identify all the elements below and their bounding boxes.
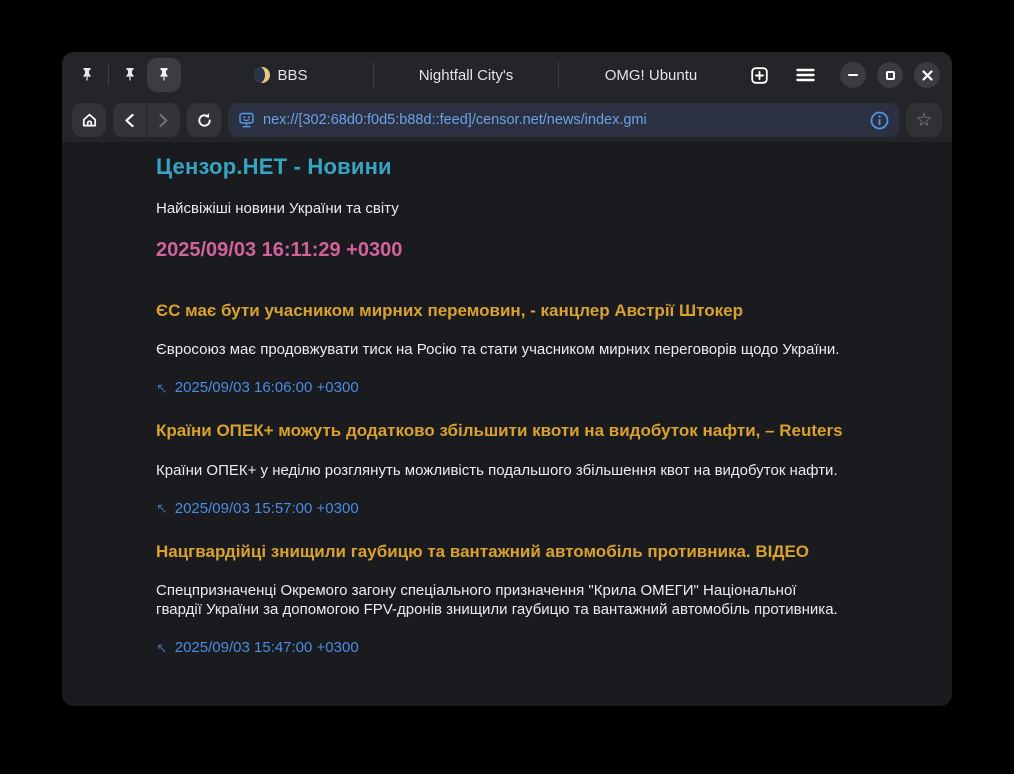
info-icon[interactable] xyxy=(870,111,889,130)
page-content: Цензор.НЕТ - Новини Найсвіжіші новини Ук… xyxy=(62,142,952,706)
tab-bbs[interactable]: BBS xyxy=(189,52,373,98)
terminal-icon xyxy=(238,112,255,129)
close-button[interactable] xyxy=(914,62,940,88)
forward-button[interactable] xyxy=(147,103,180,137)
back-button[interactable] xyxy=(113,103,146,137)
browser-window: BBS Nightfall City's OMG! Ubuntu xyxy=(62,52,952,706)
link-arrow-icon: ↖ xyxy=(156,381,168,395)
window-controls xyxy=(829,62,940,88)
history-nav-group xyxy=(113,103,180,137)
article-link[interactable]: ↖ 2025/09/03 15:47:00 +0300 xyxy=(156,639,359,656)
link-arrow-icon: ↖ xyxy=(156,501,168,515)
home-icon xyxy=(81,112,98,129)
article-summary: Країни ОПЕК+ у неділю розглянуть можливі… xyxy=(156,461,846,480)
bookmark-button[interactable]: ☆ xyxy=(906,103,942,137)
link-arrow-icon: ↖ xyxy=(156,641,168,655)
pin-icon xyxy=(79,67,95,84)
pin-icon xyxy=(122,67,138,84)
tab-omg-ubuntu[interactable]: OMG! Ubuntu xyxy=(559,52,743,98)
menu-icon xyxy=(796,67,815,83)
pin-button-2[interactable] xyxy=(113,58,147,92)
article-link[interactable]: ↖ 2025/09/03 16:06:00 +0300 xyxy=(156,379,359,396)
article: Нацгвардійці знищили гаубицю та вантажни… xyxy=(156,542,846,656)
titlebar: BBS Nightfall City's OMG! Ubuntu xyxy=(62,52,952,98)
article-title: Країни ОПЕК+ можуть додатково збільшити … xyxy=(156,421,846,441)
pin-button-1[interactable] xyxy=(70,58,104,92)
tab-label: OMG! Ubuntu xyxy=(605,67,698,84)
navigation-bar: nex://[302:68d0:f0d5:b88d::feed]/censor.… xyxy=(62,98,952,142)
article: Країни ОПЕК+ можуть додатково збільшити … xyxy=(156,421,846,516)
page-subtitle: Найсвіжіші новини України та світу xyxy=(156,200,846,217)
url-bar[interactable]: nex://[302:68d0:f0d5:b88d::feed]/censor.… xyxy=(228,103,899,137)
maximize-button[interactable] xyxy=(877,62,903,88)
menu-button[interactable] xyxy=(789,59,821,91)
new-tab-icon xyxy=(750,66,769,85)
article-summary: Євросоюз має продовжувати тиск на Росію … xyxy=(156,340,846,359)
maximize-icon xyxy=(886,71,895,80)
article-title: ЄС має бути учасником мирних перемовин, … xyxy=(156,301,846,321)
article-link-label: 2025/09/03 15:47:00 +0300 xyxy=(175,639,359,656)
reload-icon xyxy=(196,112,213,129)
url-input[interactable]: nex://[302:68d0:f0d5:b88d::feed]/censor.… xyxy=(263,112,862,128)
tab-nightfall-citys[interactable]: Nightfall City's xyxy=(374,52,558,98)
back-icon xyxy=(124,113,135,128)
article-link-label: 2025/09/03 16:06:00 +0300 xyxy=(175,379,359,396)
tab-bar: BBS Nightfall City's OMG! Ubuntu xyxy=(189,52,743,98)
forward-icon xyxy=(158,113,169,128)
article-summary: Спецпризначенці Окремого загону спеціаль… xyxy=(156,581,846,619)
minimize-icon xyxy=(848,74,858,76)
moon-favicon-icon xyxy=(254,67,270,83)
page-title: Цензор.НЕТ - Новини xyxy=(156,154,846,180)
feed-timestamp-heading: 2025/09/03 16:11:29 +0300 xyxy=(156,239,846,262)
tab-label: BBS xyxy=(277,67,307,84)
pin-icon xyxy=(156,67,172,84)
article: ЄС має бути учасником мирних перемовин, … xyxy=(156,301,846,396)
reload-button[interactable] xyxy=(187,103,221,137)
minimize-button[interactable] xyxy=(840,62,866,88)
article-title: Нацгвардійці знищили гаубицю та вантажни… xyxy=(156,542,846,562)
home-button[interactable] xyxy=(72,103,106,137)
star-icon: ☆ xyxy=(915,111,932,130)
pin-button-3-active[interactable] xyxy=(147,58,181,92)
pin-divider xyxy=(108,64,109,86)
new-tab-button[interactable] xyxy=(743,59,775,91)
tab-label: Nightfall City's xyxy=(419,67,514,84)
article-link-label: 2025/09/03 15:57:00 +0300 xyxy=(175,500,359,517)
close-icon xyxy=(922,70,933,81)
article-link[interactable]: ↖ 2025/09/03 15:57:00 +0300 xyxy=(156,500,359,517)
